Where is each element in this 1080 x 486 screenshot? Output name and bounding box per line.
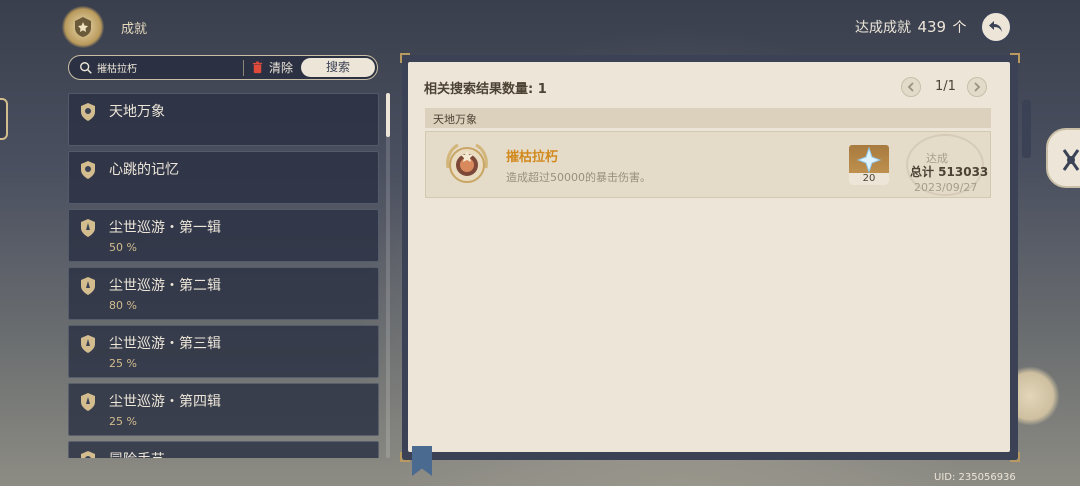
result-group-title: 天地万象 (433, 113, 477, 126)
category-item[interactable]: 天地万象 (68, 93, 379, 146)
category-item[interactable]: 尘世巡游・第二辑 80 % (68, 267, 379, 320)
category-progress: 25 % (109, 415, 137, 428)
completion-date: 2023/09/27 (914, 181, 978, 194)
category-title: 尘世巡游・第一辑 (109, 220, 221, 236)
category-scrollbar[interactable] (386, 93, 390, 458)
frame-corner (1010, 53, 1020, 63)
back-arrow-icon (989, 21, 1002, 32)
chevron-right-icon (974, 82, 981, 92)
achievement-count-unit: 个 (952, 20, 967, 36)
achievement-card[interactable]: 摧枯拉朽 造成超过50000的暴击伤害。 20 达成 总计 513033 202… (425, 131, 991, 198)
search-bar: 清除 搜索 (68, 55, 378, 80)
category-item[interactable]: 心跳的记忆 (68, 151, 379, 204)
page-indicator: 1/1 (935, 79, 956, 94)
category-item[interactable]: 尘世巡游・第四辑 25 % (68, 383, 379, 436)
category-item[interactable]: 尘世巡游・第一辑 50 % (68, 209, 379, 262)
frame-corner (1010, 452, 1020, 462)
back-button[interactable] (980, 11, 1012, 43)
medal-icon (81, 219, 95, 237)
search-icon (75, 57, 97, 79)
search-button[interactable]: 搜索 (301, 58, 375, 77)
previous-page-button[interactable] (901, 77, 921, 97)
reward-quantity: 20 (849, 173, 889, 185)
category-item[interactable]: 尘世巡游・第三辑 25 % (68, 325, 379, 378)
category-progress: 25 % (109, 357, 137, 370)
result-group-header: 天地万象 (425, 108, 991, 128)
chevron-left-icon (907, 82, 914, 92)
achievement-count-value: 439 (917, 18, 947, 36)
category-list: 天地万象 心跳的记忆 尘世巡游・第一辑 50 % 尘世巡游・第二辑 80 % 尘… (68, 93, 379, 458)
achievement-description: 造成超过50000的暴击伤害。 (506, 171, 651, 184)
medal-icon (81, 393, 95, 411)
uid-label: UID: 235056936 (934, 472, 1016, 483)
search-input[interactable] (97, 62, 237, 73)
achievement-count-label: 达成成就 (855, 20, 911, 36)
category-progress: 80 % (109, 299, 137, 312)
primogem-icon (857, 147, 881, 173)
panel-scrollbar[interactable] (1022, 100, 1031, 158)
right-side-tab[interactable] (1046, 128, 1080, 188)
category-title: 尘世巡游・第四辑 (109, 394, 221, 410)
reward-item[interactable]: 20 (849, 145, 889, 185)
achievement-count: 达成成就 439 个 (855, 17, 967, 37)
clear-label: 清除 (269, 61, 294, 75)
results-count-title: 相关搜索结果数量: 1 (424, 82, 547, 97)
medal-icon (81, 103, 95, 121)
frame-corner (400, 452, 410, 462)
medal-icon (81, 335, 95, 353)
page-title: 成就 (121, 22, 148, 37)
medal-icon (81, 451, 95, 458)
scrollbar-thumb[interactable] (386, 93, 390, 137)
category-item[interactable]: 冒险手艺 (68, 441, 379, 458)
clear-button[interactable]: 清除 (251, 59, 293, 76)
category-title: 天地万象 (109, 104, 165, 120)
medal-icon (81, 161, 95, 179)
category-title: 心跳的记忆 (109, 162, 179, 178)
trash-icon (252, 61, 263, 74)
achievement-medal-icon (446, 143, 488, 183)
character-icon (1062, 149, 1080, 171)
category-title: 尘世巡游・第二辑 (109, 278, 221, 294)
medal-icon (81, 277, 95, 295)
achievement-title: 摧枯拉朽 (506, 150, 559, 165)
left-side-tab[interactable] (0, 98, 8, 140)
category-title: 冒险手艺 (109, 449, 165, 458)
category-progress: 50 % (109, 241, 137, 254)
next-page-button[interactable] (967, 77, 987, 97)
search-divider (243, 59, 244, 76)
achievement-emblem-icon (62, 6, 104, 48)
completion-total: 总计 513033 (910, 165, 989, 179)
category-title: 尘世巡游・第三辑 (109, 336, 221, 352)
